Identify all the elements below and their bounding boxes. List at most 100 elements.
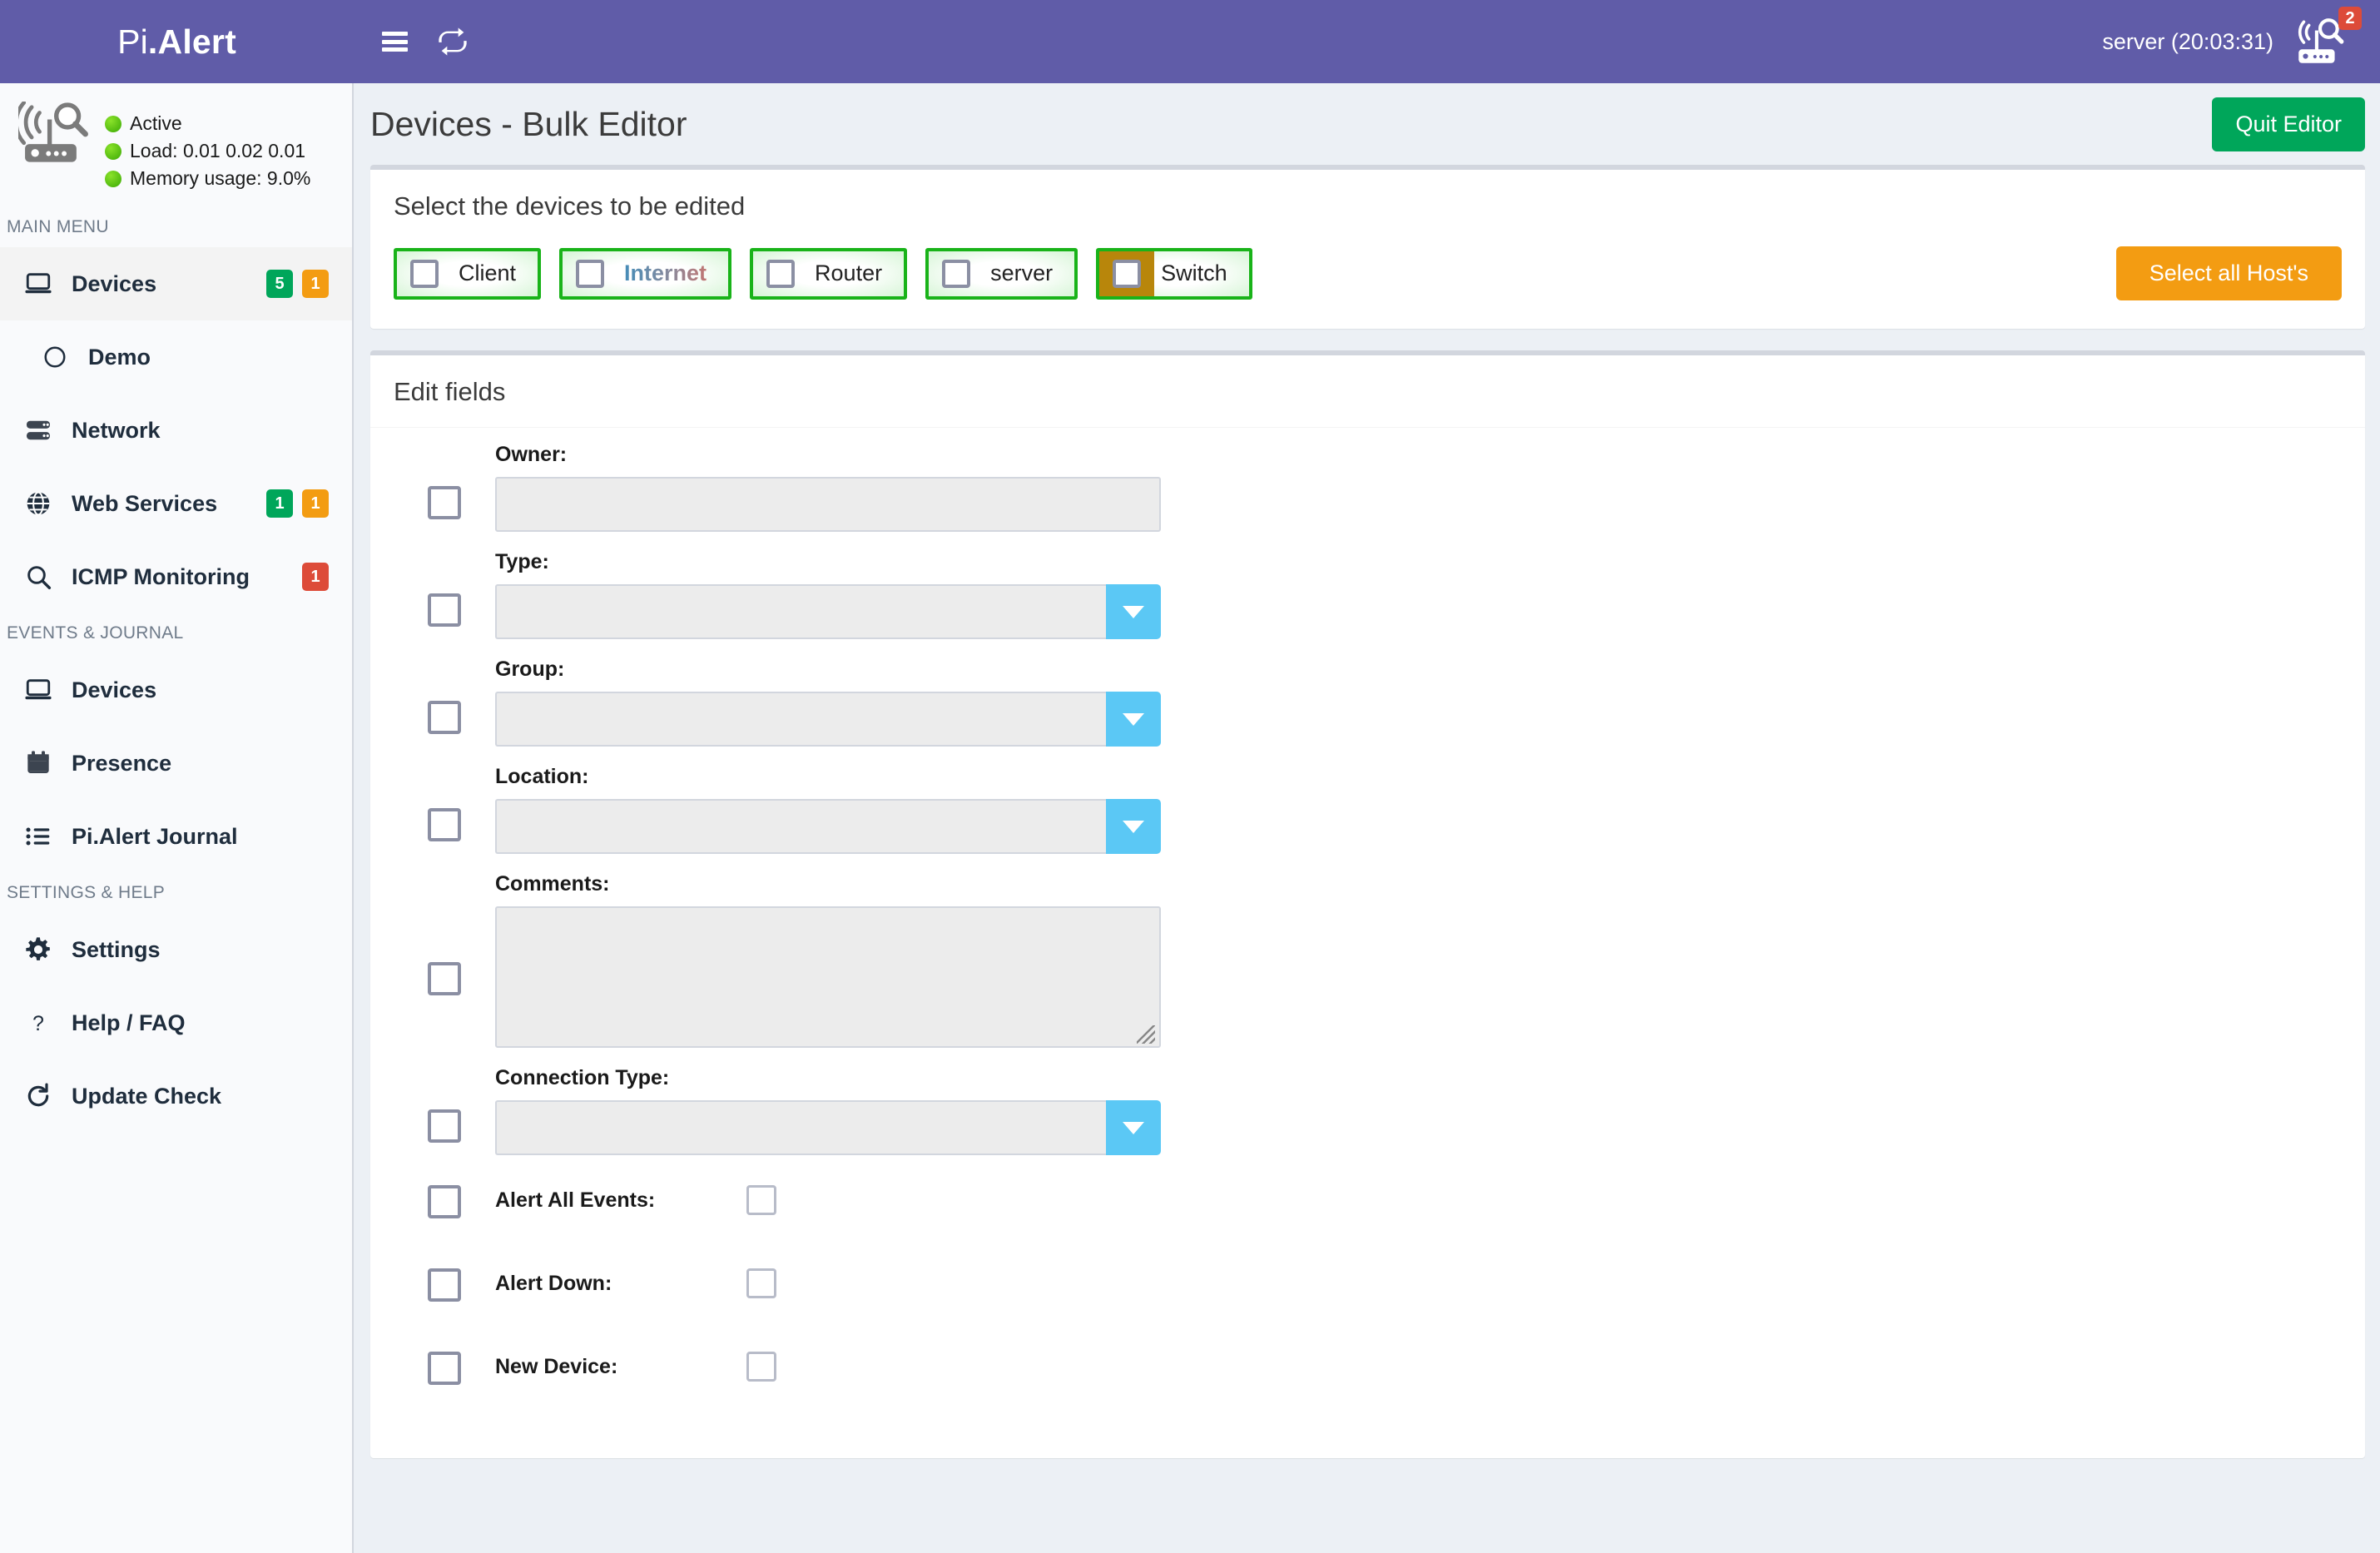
sidebar-item-update-check[interactable]: Update Check bbox=[0, 1059, 352, 1133]
sidebar-item-devices[interactable]: Devices51 bbox=[0, 247, 352, 320]
field-enable-checkbox[interactable] bbox=[428, 1109, 461, 1143]
field-enable-checkbox-cell[interactable] bbox=[394, 1352, 495, 1385]
field-main: Type: bbox=[495, 550, 2342, 639]
sidebar-item-help-faq[interactable]: ? Help / FAQ bbox=[0, 986, 352, 1059]
sidebar-section-header: SETTINGS & HELP bbox=[0, 873, 352, 913]
field-enable-checkbox[interactable] bbox=[428, 593, 461, 627]
field-enable-checkbox[interactable] bbox=[428, 701, 461, 734]
device-chip-client[interactable]: Client bbox=[394, 248, 541, 300]
sidebar-toggle-button[interactable] bbox=[365, 0, 424, 83]
select-value-input[interactable] bbox=[495, 692, 1106, 747]
field-enable-checkbox-cell[interactable] bbox=[394, 550, 495, 627]
router-scan-icon bbox=[18, 102, 90, 166]
page-title: Devices - Bulk Editor bbox=[370, 105, 687, 144]
field-enable-checkbox-cell[interactable] bbox=[394, 1268, 495, 1302]
svg-text:?: ? bbox=[32, 1012, 44, 1035]
status-badge: 1 bbox=[302, 489, 329, 518]
hamburger-icon bbox=[382, 32, 408, 52]
field-enable-checkbox-cell[interactable] bbox=[394, 765, 495, 841]
select-value-input[interactable] bbox=[495, 584, 1106, 639]
status-badge: 1 bbox=[302, 563, 329, 591]
sidebar-item-label: Help / FAQ bbox=[72, 1010, 186, 1036]
device-chip-label: Router bbox=[808, 260, 904, 286]
device-chip-checkbox[interactable] bbox=[942, 260, 970, 288]
status-dot-icon bbox=[105, 116, 121, 132]
field-enable-checkbox-cell[interactable] bbox=[394, 1185, 495, 1218]
field-enable-checkbox[interactable] bbox=[428, 1352, 461, 1385]
field-enable-checkbox-cell[interactable] bbox=[394, 657, 495, 734]
top-navbar: Pi.Alert server (20:03:31) bbox=[0, 0, 2380, 83]
status-dot-icon bbox=[105, 171, 121, 187]
device-chip-checkbox[interactable] bbox=[410, 260, 439, 288]
sidebar-item-pi-alert-journal[interactable]: Pi.Alert Journal bbox=[0, 800, 352, 873]
field-enable-checkbox[interactable] bbox=[428, 962, 461, 995]
refresh-button[interactable] bbox=[424, 0, 482, 83]
device-chip-checkbox-wrap[interactable] bbox=[563, 251, 617, 296]
field-enable-checkbox[interactable] bbox=[428, 1185, 461, 1218]
device-chip-checkbox-wrap[interactable] bbox=[929, 251, 984, 296]
sidebar-item-label: Demo bbox=[88, 345, 151, 370]
app-logo[interactable]: Pi.Alert bbox=[0, 0, 354, 83]
field-value-checkbox[interactable] bbox=[746, 1185, 776, 1215]
sidebar-item-icmp-monitoring[interactable]: ICMP Monitoring1 bbox=[0, 540, 352, 613]
device-chip-checkbox[interactable] bbox=[766, 260, 795, 288]
field-main: Comments: bbox=[495, 872, 2342, 1048]
laptop-icon bbox=[23, 677, 53, 702]
device-chip-switch[interactable]: Switch bbox=[1096, 248, 1252, 300]
status-active-label: Active bbox=[130, 110, 182, 137]
sidebar-item-label: Presence bbox=[72, 751, 171, 776]
field-enable-checkbox-cell[interactable] bbox=[394, 1066, 495, 1143]
field-enable-checkbox[interactable] bbox=[428, 1268, 461, 1302]
field-select-wrap bbox=[495, 799, 1161, 854]
edit-field-row: Connection Type: bbox=[394, 1066, 2342, 1155]
sidebar-item-settings[interactable]: Settings bbox=[0, 913, 352, 986]
edit-field-row: Comments: bbox=[394, 872, 2342, 1048]
sidebar-nav: MAIN MENUDevices51DemoNetworkWeb Service… bbox=[0, 207, 352, 1133]
sidebar-item-badges: 11 bbox=[266, 489, 329, 518]
field-main: Connection Type: bbox=[495, 1066, 2342, 1155]
field-select-wrap bbox=[495, 584, 1161, 639]
chevron-down-icon[interactable] bbox=[1106, 692, 1161, 747]
owner-input[interactable] bbox=[495, 477, 1161, 532]
device-chip-internet[interactable]: Internet bbox=[559, 248, 731, 300]
sidebar-item-presence[interactable]: Presence bbox=[0, 727, 352, 800]
field-enable-checkbox[interactable] bbox=[428, 808, 461, 841]
sidebar-item-network[interactable]: Network bbox=[0, 394, 352, 467]
sidebar-item-label: Devices bbox=[72, 677, 156, 703]
device-chip-checkbox[interactable] bbox=[1113, 260, 1141, 288]
field-label: Comments: bbox=[495, 872, 2342, 896]
field-value-checkbox[interactable] bbox=[746, 1268, 776, 1298]
chevron-down-icon[interactable] bbox=[1106, 799, 1161, 854]
select-value-input[interactable] bbox=[495, 1100, 1106, 1155]
device-scan-button[interactable]: 2 bbox=[2292, 17, 2347, 67]
device-chip-checkbox[interactable] bbox=[576, 260, 604, 288]
select-value-input[interactable] bbox=[495, 799, 1106, 854]
field-main: Alert All Events: bbox=[495, 1185, 2342, 1215]
chevron-down-icon[interactable] bbox=[1106, 1100, 1161, 1155]
sidebar-item-label: Devices bbox=[72, 271, 156, 297]
quit-editor-button[interactable]: Quit Editor bbox=[2212, 97, 2365, 151]
device-chip-label: Client bbox=[452, 260, 538, 286]
device-chip-checkbox-wrap[interactable] bbox=[397, 251, 452, 296]
field-select-wrap bbox=[495, 692, 1161, 747]
notification-badge: 2 bbox=[2338, 7, 2362, 30]
sidebar-item-devices[interactable]: Devices bbox=[0, 653, 352, 727]
sidebar-item-web-services[interactable]: Web Services11 bbox=[0, 467, 352, 540]
sidebar-status-block: Active Load: 0.01 0.02 0.01 Memory usage… bbox=[0, 83, 352, 207]
device-chip-server[interactable]: server bbox=[925, 248, 1078, 300]
field-enable-checkbox[interactable] bbox=[428, 486, 461, 519]
status-badge: 1 bbox=[302, 270, 329, 298]
select-all-hosts-button[interactable]: Select all Host's bbox=[2116, 246, 2342, 300]
field-enable-checkbox-cell[interactable] bbox=[394, 443, 495, 519]
field-enable-checkbox-cell[interactable] bbox=[394, 872, 495, 995]
resize-grip-icon[interactable] bbox=[1137, 1025, 1155, 1044]
field-value-checkbox[interactable] bbox=[746, 1352, 776, 1382]
sidebar-item-label: Update Check bbox=[72, 1084, 221, 1109]
device-chip-checkbox-wrap[interactable] bbox=[1099, 251, 1154, 296]
chevron-down-icon[interactable] bbox=[1106, 584, 1161, 639]
device-chip-router[interactable]: Router bbox=[750, 248, 907, 300]
comments-textarea[interactable] bbox=[495, 906, 1161, 1048]
device-chip-checkbox-wrap[interactable] bbox=[753, 251, 808, 296]
status-load-label: Load: 0.01 0.02 0.01 bbox=[130, 137, 305, 165]
sidebar-item-demo[interactable]: Demo bbox=[0, 320, 352, 394]
